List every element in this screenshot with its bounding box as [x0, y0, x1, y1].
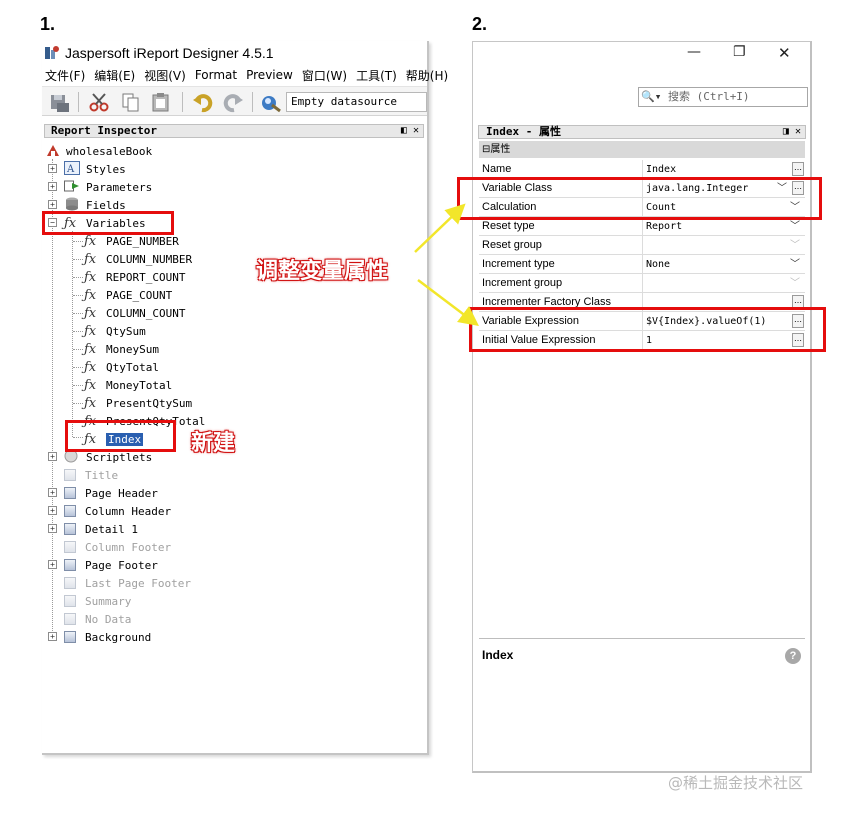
annotation-adjust-properties: 调整变量属性 [256, 259, 389, 284]
annotation-arrows [414, 203, 479, 327]
watermark: @稀土掘金技术社区 [668, 774, 804, 792]
annotation-new: 新建 [191, 431, 236, 456]
